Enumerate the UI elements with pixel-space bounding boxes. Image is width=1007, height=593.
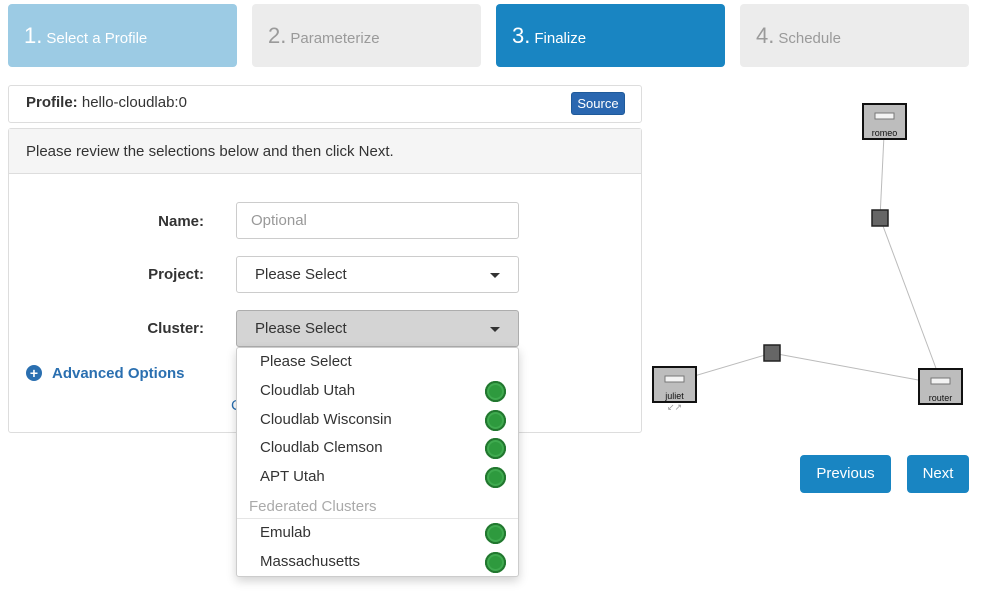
node-label-router: router — [929, 393, 953, 403]
dropdown-option-cloudlab-clemson[interactable]: Cloudlab Clemson — [237, 434, 518, 462]
source-button[interactable]: Source — [571, 92, 625, 115]
option-label: Massachusetts — [260, 553, 361, 570]
advanced-options-link[interactable]: + Advanced Options — [26, 365, 185, 382]
name-input[interactable]: Optional — [236, 202, 519, 239]
wizard-step-schedule[interactable]: 4. Schedule — [740, 4, 969, 67]
dropdown-option-please-select[interactable]: Please Select — [237, 348, 518, 376]
previous-button[interactable]: Previous — [800, 455, 891, 493]
step-number: 2. — [268, 23, 287, 48]
option-label: Cloudlab Wisconsin — [260, 411, 392, 428]
node-label-romeo: romeo — [872, 128, 898, 138]
node-juliet[interactable]: juliet ↙↗ — [652, 366, 697, 412]
dropdown-option-emulab[interactable]: Emulab — [237, 519, 518, 547]
chevron-down-icon — [490, 273, 500, 278]
server-drive-icon — [874, 112, 895, 120]
server-drive-icon — [664, 375, 685, 383]
project-label: Project: — [148, 266, 204, 283]
node-romeo[interactable]: romeo — [862, 103, 907, 140]
topology-link — [771, 352, 941, 385]
status-green-icon — [485, 467, 506, 488]
lan-switch-icon[interactable] — [763, 344, 781, 362]
topology-link — [879, 217, 941, 380]
status-green-icon — [485, 410, 506, 431]
profile-info: Profile: hello-cloudlab:0 — [26, 94, 187, 111]
option-label: Emulab — [260, 524, 311, 541]
step-number: 4. — [756, 23, 775, 48]
option-label: APT Utah — [260, 468, 325, 485]
step-label: Finalize — [534, 30, 587, 47]
plus-circle-icon: + — [26, 365, 42, 381]
profile-label: Profile: — [26, 94, 78, 111]
option-label: Cloudlab Utah — [260, 382, 356, 399]
status-green-icon — [485, 552, 506, 573]
cluster-label: Cluster: — [147, 320, 204, 337]
dropdown-option-massachusetts[interactable]: Massachusetts — [237, 548, 518, 576]
topology-diagram[interactable]: romeo juliet ↙↗ router — [645, 95, 975, 425]
dropdown-option-cloudlab-wisconsin[interactable]: Cloudlab Wisconsin — [237, 406, 518, 434]
node-router[interactable]: router — [918, 368, 963, 405]
status-green-icon — [485, 523, 506, 544]
cluster-select[interactable]: Please Select — [236, 310, 519, 347]
status-green-icon — [485, 438, 506, 459]
node-label-juliet: juliet — [664, 391, 684, 401]
next-button[interactable]: Next — [907, 455, 969, 493]
cluster-select-value: Please Select — [255, 320, 347, 337]
name-label: Name: — [158, 213, 204, 230]
profile-bar: Profile: hello-cloudlab:0 Source — [8, 85, 642, 123]
wizard-step-parameterize[interactable]: 2. Parameterize — [252, 4, 481, 67]
step-label: Select a Profile — [46, 30, 148, 47]
status-green-icon — [485, 381, 506, 402]
option-label: Please Select — [260, 353, 352, 370]
topology-link — [879, 134, 885, 219]
dropdown-group-header: Federated Clusters — [249, 498, 377, 515]
option-label: Cloudlab Clemson — [260, 439, 383, 456]
step-number: 1. — [24, 23, 43, 48]
dropdown-option-cloudlab-utah[interactable]: Cloudlab Utah — [237, 377, 518, 405]
step-label: Parameterize — [290, 30, 380, 47]
panel-heading: Please review the selections below and t… — [9, 129, 641, 174]
resize-icon: ↙↗ — [667, 402, 682, 412]
dropdown-option-apt-utah[interactable]: APT Utah — [237, 463, 518, 491]
advanced-options-label: Advanced Options — [52, 365, 185, 382]
lan-switch-icon[interactable] — [871, 209, 889, 227]
profile-value: hello-cloudlab:0 — [81, 94, 187, 111]
wizard-step-finalize[interactable]: 3. Finalize — [496, 4, 725, 67]
step-number: 3. — [512, 23, 531, 48]
cluster-dropdown-menu: Please Select Cloudlab Utah Cloudlab Wis… — [236, 347, 519, 577]
project-select[interactable]: Please Select — [236, 256, 519, 293]
wizard-step-select-profile[interactable]: 1. Select a Profile — [8, 4, 237, 67]
server-drive-icon — [930, 377, 951, 385]
project-select-value: Please Select — [255, 266, 347, 283]
step-label: Schedule — [778, 30, 841, 47]
chevron-down-icon — [490, 327, 500, 332]
